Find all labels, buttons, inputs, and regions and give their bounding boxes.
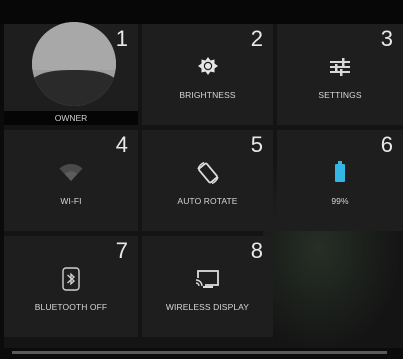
panel-drag-handle[interactable]	[12, 351, 387, 354]
wireless-display-icon	[193, 264, 223, 294]
tile-wifi-label: WI-FI	[60, 196, 82, 206]
tile-auto-rotate[interactable]: AUTO ROTATE 5	[142, 130, 273, 231]
tile-wireless-display-number: 8	[250, 238, 263, 263]
tile-bluetooth[interactable]: BLUETOOTH OFF 7	[4, 236, 138, 337]
tile-brightness[interactable]: BRIGHTNESS 2	[142, 24, 273, 125]
tile-owner-number: 1	[115, 26, 128, 51]
tile-battery[interactable]: 99% 6	[277, 130, 403, 231]
wifi-icon	[56, 158, 86, 188]
tile-bluetooth-label: BLUETOOTH OFF	[34, 302, 108, 312]
tile-owner-label: OWNER	[54, 113, 88, 123]
tile-wireless-display[interactable]: WIRELESS DISPLAY 8	[142, 236, 273, 337]
tile-wifi[interactable]: WI-FI 4	[4, 130, 138, 231]
tile-battery-label: 99%	[331, 196, 349, 206]
tile-bluetooth-number: 7	[115, 238, 128, 263]
tile-auto-rotate-label: AUTO ROTATE	[177, 196, 238, 206]
settings-sliders-icon	[325, 52, 355, 82]
status-bar-strip	[0, 0, 403, 24]
quick-settings-panel: OWNER 1 BRIGHTNESS 2 SETTINGS 3 WI-FI 4 …	[4, 22, 403, 354]
tile-settings-number: 3	[380, 26, 393, 51]
tile-wireless-display-label: WIRELESS DISPLAY	[165, 302, 250, 312]
tile-settings-label: SETTINGS	[318, 90, 362, 100]
owner-label-bar: OWNER	[4, 111, 138, 125]
tile-battery-number: 6	[380, 132, 393, 157]
bluetooth-icon	[56, 264, 86, 294]
brightness-icon	[193, 52, 223, 82]
tile-wifi-number: 4	[115, 132, 128, 157]
tile-auto-rotate-number: 5	[250, 132, 263, 157]
tile-settings[interactable]: SETTINGS 3	[277, 24, 403, 125]
battery-icon	[325, 158, 355, 188]
auto-rotate-icon	[193, 158, 223, 188]
tile-brightness-number: 2	[250, 26, 263, 51]
tile-brightness-label: BRIGHTNESS	[179, 90, 236, 100]
user-avatar-icon	[32, 22, 116, 106]
tile-owner[interactable]: OWNER 1	[4, 22, 138, 125]
